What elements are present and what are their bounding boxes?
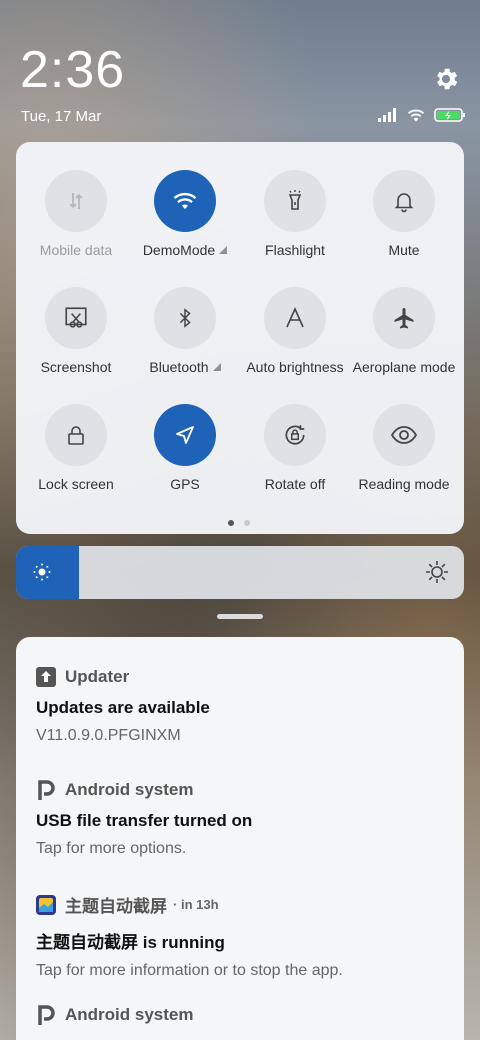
battery-charging-icon (434, 107, 466, 128)
notification-time: in 13h (180, 897, 219, 912)
notification-title: USB file transfer turned on (36, 811, 253, 830)
tile-label: Rotate off (264, 476, 326, 492)
notification-app-name: Updater (65, 667, 130, 686)
brightness-slider[interactable] (16, 546, 464, 599)
wifi-icon (154, 170, 216, 232)
tile-label: Reading mode (358, 476, 450, 492)
theme-app-icon (36, 894, 56, 915)
brightness-low-icon (32, 562, 52, 587)
tile-screenshot[interactable]: Screenshot (21, 287, 131, 375)
tile-label: Mobile data (39, 242, 113, 258)
notification-android-system[interactable]: Android system USB file transfer turned … (36, 780, 456, 858)
tile-label: Auto brightness (246, 359, 344, 375)
bell-icon (373, 170, 435, 232)
page-dot[interactable] (228, 520, 234, 526)
date[interactable]: Tue, 17 Mar (21, 108, 101, 125)
screenshot-icon (45, 287, 107, 349)
notification-android-system-2[interactable]: Android system (36, 1005, 456, 1025)
location-arrow-icon (154, 404, 216, 466)
notification-theme-screenshot[interactable]: 主题自动截屏 · in 13h 主题自动截屏 is running Tap fo… (36, 892, 456, 980)
page-indicator (228, 520, 250, 526)
mobile-data-icon (45, 170, 107, 232)
notification-text: Tap for more options. (36, 840, 187, 857)
airplane-icon (373, 287, 435, 349)
tile-label: GPS (170, 476, 200, 492)
bluetooth-icon (154, 287, 216, 349)
lock-icon (45, 404, 107, 466)
notification-updater[interactable]: Updater Updates are available V11.0.9.0.… (36, 667, 456, 745)
tile-label: Bluetooth (149, 359, 209, 375)
auto-brightness-icon (264, 287, 326, 349)
signal-icon (378, 107, 398, 127)
brightness-high-icon (425, 560, 449, 589)
page-dot[interactable] (244, 520, 250, 526)
panel-drag-handle[interactable] (217, 614, 263, 619)
tile-aeroplane-mode[interactable]: Aeroplane mode (349, 287, 459, 375)
tile-label: Lock screen (38, 476, 114, 492)
tile-rotate-off[interactable]: Rotate off (240, 404, 350, 492)
tile-label: Flashlight (265, 242, 325, 258)
notification-app-name: 主题自动截屏 (65, 897, 167, 916)
android-system-icon (36, 1005, 56, 1025)
rotate-lock-icon (264, 404, 326, 466)
tile-label: Mute (388, 242, 420, 258)
clock[interactable]: 2:36 (20, 40, 125, 100)
flashlight-icon (264, 170, 326, 232)
notification-title: 主题自动截屏 is running (36, 933, 225, 952)
quick-settings-panel: Mobile data DemoMode Flashlight Mute Scr… (16, 142, 464, 534)
tile-mobile-data[interactable]: Mobile data (21, 170, 131, 258)
tile-label: Aeroplane mode (352, 359, 456, 375)
tile-mute[interactable]: Mute (349, 170, 459, 258)
notification-title: Updates are available (36, 698, 210, 717)
expand-triangle-icon (219, 246, 228, 254)
tile-auto-brightness[interactable]: Auto brightness (240, 287, 350, 375)
expand-triangle-icon (212, 363, 221, 371)
notification-list: Updater Updates are available V11.0.9.0.… (16, 637, 464, 1040)
tile-label: Screenshot (40, 359, 112, 375)
android-system-icon (36, 780, 56, 800)
updater-icon (36, 667, 56, 687)
tile-label: DemoMode (142, 242, 216, 258)
tile-demomode[interactable]: DemoMode (130, 170, 240, 258)
status-header: 2:36 Tue, 17 Mar (0, 0, 480, 140)
wifi-icon (406, 107, 426, 128)
notification-text: Tap for more information or to stop the … (36, 962, 343, 979)
tile-bluetooth[interactable]: Bluetooth (130, 287, 240, 375)
tile-flashlight[interactable]: Flashlight (240, 170, 350, 258)
notification-app-name: Android system (65, 780, 194, 799)
eye-icon (373, 404, 435, 466)
notification-text: V11.0.9.0.PFGINXM (36, 727, 181, 744)
settings-gear-icon[interactable] (432, 65, 460, 93)
tile-gps[interactable]: GPS (130, 404, 240, 492)
tile-reading-mode[interactable]: Reading mode (349, 404, 459, 492)
notification-app-name: Android system (65, 1005, 194, 1024)
tile-lock-screen[interactable]: Lock screen (21, 404, 131, 492)
